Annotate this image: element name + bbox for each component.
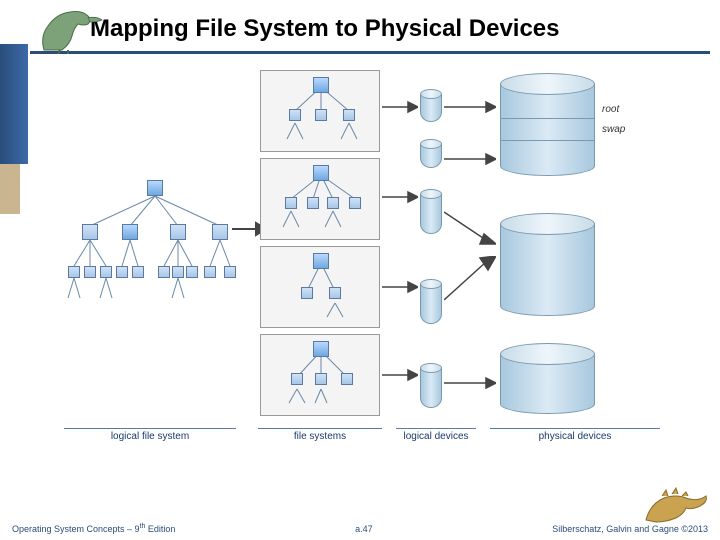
- fs-panel-3: [260, 246, 380, 328]
- physical-disk-3: [500, 354, 595, 414]
- footer-edition-word: Edition: [145, 524, 175, 534]
- arrow-icon: [444, 100, 496, 114]
- slide-title: Mapping File System to Physical Devices: [90, 15, 560, 43]
- title-bar: Mapping File System to Physical Devices: [30, 6, 710, 54]
- arrow-icon: [382, 190, 418, 204]
- logical-fs-tree: [60, 180, 250, 320]
- arrow-icon: [444, 152, 496, 166]
- fs-panel-2: [260, 158, 380, 240]
- figure-mapping: root swap logical file system file syste…: [60, 70, 690, 480]
- slide-footer: Operating System Concepts – 9th Edition …: [0, 520, 720, 540]
- slide-content: root swap logical file system file syste…: [60, 70, 690, 480]
- arrow-icon: [444, 376, 496, 390]
- slide-accent-sidebar: [0, 44, 28, 164]
- logical-device-4: [420, 284, 442, 312]
- col-label-physical-devices: physical devices: [490, 428, 660, 442]
- dinosaur-logo-left: [38, 6, 108, 54]
- logical-device-2: [420, 144, 442, 172]
- arrow-icon: [382, 280, 418, 294]
- logical-device-1: [420, 94, 442, 122]
- footer-book-title: Operating System Concepts – 9: [12, 524, 140, 534]
- footer-right: Silberschatz, Galvin and Gagne ©2013: [552, 524, 708, 534]
- logical-device-3: [420, 194, 442, 222]
- physical-disk-2: [500, 224, 595, 316]
- arrow-icon: [444, 206, 496, 246]
- col-label-logical-devices: logical devices: [396, 428, 476, 442]
- footer-page: a.47: [355, 524, 373, 534]
- fs-panel-1: [260, 70, 380, 152]
- arrow-icon: [382, 100, 418, 114]
- disk-part-root: root: [602, 104, 619, 115]
- arrow-icon: [444, 256, 496, 306]
- col-label-logical-fs: logical file system: [64, 428, 236, 442]
- footer-left: Operating System Concepts – 9th Edition: [12, 523, 175, 534]
- physical-disk-1: root swap: [500, 84, 595, 176]
- logical-device-5: [420, 368, 442, 396]
- column-labels: logical file system file systems logical…: [60, 422, 690, 448]
- col-label-file-systems: file systems: [258, 428, 382, 442]
- disk-part-swap: swap: [602, 124, 625, 135]
- fs-panel-4: [260, 334, 380, 416]
- arrow-icon: [382, 368, 418, 382]
